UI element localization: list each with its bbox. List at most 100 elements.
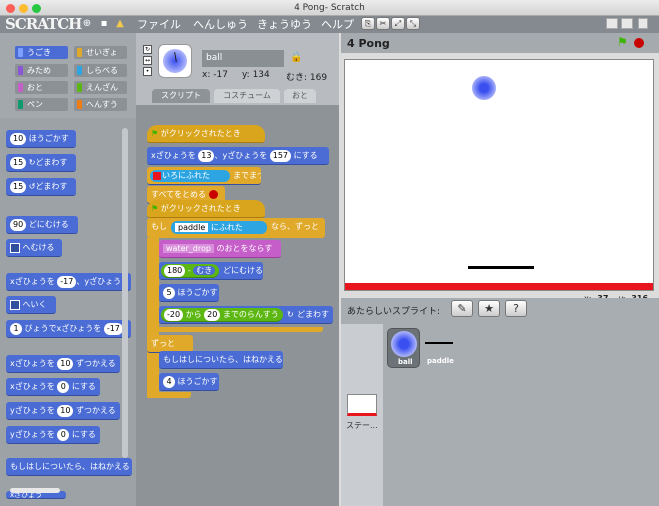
close-window-button[interactable]: [6, 4, 15, 13]
block-turn-random[interactable]: -20 から 20 までのらんすう ↻ どまわす: [159, 306, 333, 324]
block-move[interactable]: 5 ほうごかす: [159, 284, 219, 302]
category-motion[interactable]: うごき: [15, 46, 68, 59]
tab-scripts[interactable]: スクリプト: [152, 89, 210, 103]
block-change-x[interactable]: xざひょうを 10 ずつかえる: [6, 355, 120, 373]
block-input[interactable]: 5: [163, 286, 175, 299]
minimize-window-button[interactable]: [19, 4, 28, 13]
block-goto-sprite[interactable]: へいく: [6, 296, 56, 314]
sprite-dropdown[interactable]: paddle: [175, 223, 209, 232]
sprite-name-field[interactable]: ball: [202, 50, 284, 67]
tab-sounds[interactable]: おと: [284, 89, 316, 103]
block-input[interactable]: 4: [163, 375, 175, 388]
block-set-y[interactable]: yざひょうを 0 にする: [6, 426, 100, 444]
rotation-style-none-icon[interactable]: •: [143, 67, 152, 76]
choose-sprite-icon[interactable]: ★: [478, 300, 500, 317]
dropdown-icon[interactable]: [10, 299, 20, 310]
menu-edit[interactable]: へんしゅう: [193, 16, 248, 33]
ball-sprite[interactable]: [472, 76, 496, 100]
touching-color-reporter[interactable]: いろにふれた: [150, 170, 230, 182]
delete-tool-icon[interactable]: ✂: [376, 17, 390, 30]
dropdown-icon[interactable]: [10, 242, 20, 253]
tab-costumes[interactable]: コスチューム: [214, 89, 280, 103]
block-point-towards[interactable]: へむける: [6, 239, 62, 257]
random-sprite-icon[interactable]: ?: [505, 300, 527, 317]
palette-hscrollbar[interactable]: [10, 488, 60, 493]
block-input[interactable]: 10: [57, 404, 74, 417]
block-input[interactable]: 15: [10, 180, 27, 193]
block-set-x[interactable]: xざひょうを 0 にする: [6, 378, 100, 396]
globe-icon[interactable]: ⊕: [81, 18, 93, 30]
block-input[interactable]: 0: [57, 380, 70, 393]
block-when-flag-clicked[interactable]: ⚑ がクリックされたとき: [147, 125, 265, 143]
block-goto-xy[interactable]: xざひょうを -17 、yざひょう: [6, 273, 131, 291]
shrink-tool-icon[interactable]: ⤡: [406, 17, 420, 30]
sprite-tile-ball[interactable]: ball: [387, 328, 420, 368]
block-move[interactable]: 10 ほうごかす: [6, 130, 76, 148]
block-input[interactable]: -17: [57, 275, 77, 288]
block-glide[interactable]: 1 びょうでxざひょうを -17: [6, 320, 131, 338]
block-input[interactable]: 0: [57, 428, 70, 441]
block-text: ほうごかす: [177, 288, 218, 297]
direction-reporter[interactable]: むき: [193, 266, 216, 275]
block-bounce[interactable]: もしはしについたら、はねかえる: [6, 458, 132, 476]
category-operators[interactable]: えんざん: [74, 81, 127, 94]
rotation-style-rotate-icon[interactable]: ↻: [143, 45, 152, 54]
category-control[interactable]: せいぎょ: [74, 46, 127, 59]
block-input[interactable]: 13: [198, 149, 215, 162]
block-when-flag-clicked-2[interactable]: ⚑ がクリックされたとき: [147, 200, 265, 218]
random-operator[interactable]: -20 から 20 までのらんすう: [161, 308, 283, 322]
green-flag-icon[interactable]: ⚑: [617, 35, 628, 49]
category-sensing[interactable]: しらべる: [74, 64, 127, 77]
category-variables[interactable]: へんすう: [74, 98, 127, 111]
stop-icon[interactable]: [634, 38, 644, 48]
paddle-sprite[interactable]: [468, 266, 534, 269]
zoom-window-button[interactable]: [32, 4, 41, 13]
block-point-direction[interactable]: 180 - むき どにむける: [159, 262, 263, 280]
block-input[interactable]: 10: [57, 357, 74, 370]
block-goto-xy[interactable]: xざひょうを 13 、yざひょうを 157 にする: [147, 147, 329, 165]
block-turn-left[interactable]: 15 ↺どまわす: [6, 178, 76, 196]
presentation-mode-icon[interactable]: [638, 18, 648, 29]
palette-scrollbar[interactable]: [122, 128, 128, 458]
rotation-style-flip-icon[interactable]: ↔: [143, 56, 152, 65]
save-icon[interactable]: ▪: [98, 18, 110, 30]
lock-icon[interactable]: 🔒: [290, 52, 302, 63]
paint-sprite-icon[interactable]: ✎: [451, 300, 473, 317]
block-bounce[interactable]: もしはしについたら、はねかえる: [159, 351, 283, 369]
block-input[interactable]: -20: [164, 308, 184, 321]
stage[interactable]: [344, 59, 654, 291]
category-sound[interactable]: おと: [15, 81, 68, 94]
block-input[interactable]: 180: [164, 264, 186, 277]
block-play-sound[interactable]: water_drop のおとをならす: [159, 240, 281, 258]
block-input[interactable]: 15: [10, 156, 27, 169]
sound-dropdown[interactable]: water_drop: [163, 244, 214, 253]
block-input[interactable]: -17: [103, 322, 123, 335]
block-input[interactable]: 1: [10, 322, 22, 335]
category-pen[interactable]: ペン: [15, 98, 68, 111]
category-looks[interactable]: みため: [15, 64, 68, 77]
block-input[interactable]: 20: [204, 308, 221, 321]
subtract-operator[interactable]: 180 - むき: [161, 264, 219, 278]
menu-file[interactable]: ファイル: [137, 16, 181, 33]
block-point-direction[interactable]: 90 どにむける: [6, 216, 78, 234]
sprite-tile-paddle[interactable]: paddle: [423, 328, 456, 368]
menu-share[interactable]: きょうゆう: [257, 16, 312, 33]
block-turn-right[interactable]: 15 ↻どまわす: [6, 154, 76, 172]
small-stage-icon[interactable]: [606, 18, 618, 29]
block-wait-until[interactable]: いろにふれた までまつ: [147, 167, 261, 185]
block-input[interactable]: 90: [10, 218, 27, 231]
menu-help[interactable]: ヘルプ: [321, 16, 354, 33]
block-if-forever[interactable]: もし paddle にふれた なら、ずっと: [147, 218, 325, 238]
block-change-y[interactable]: yざひょうを 10 ずつかえる: [6, 402, 120, 420]
stage-thumbnail[interactable]: [347, 394, 377, 416]
block-input[interactable]: 157: [269, 149, 292, 162]
touching-reporter[interactable]: paddle にふれた: [171, 221, 267, 234]
scripts-area[interactable]: ⚑ がクリックされたとき xざひょうを 13 、yざひょうを 157 にする いろ…: [136, 105, 339, 506]
share-icon[interactable]: ▲: [114, 18, 126, 30]
block-input[interactable]: 10: [10, 132, 27, 145]
normal-stage-icon[interactable]: [621, 18, 633, 29]
block-move-2[interactable]: 4 ほうごかす: [159, 373, 219, 391]
color-swatch[interactable]: [153, 172, 161, 180]
duplicate-tool-icon[interactable]: ⎘: [361, 17, 375, 30]
grow-tool-icon[interactable]: ⤢: [391, 17, 405, 30]
